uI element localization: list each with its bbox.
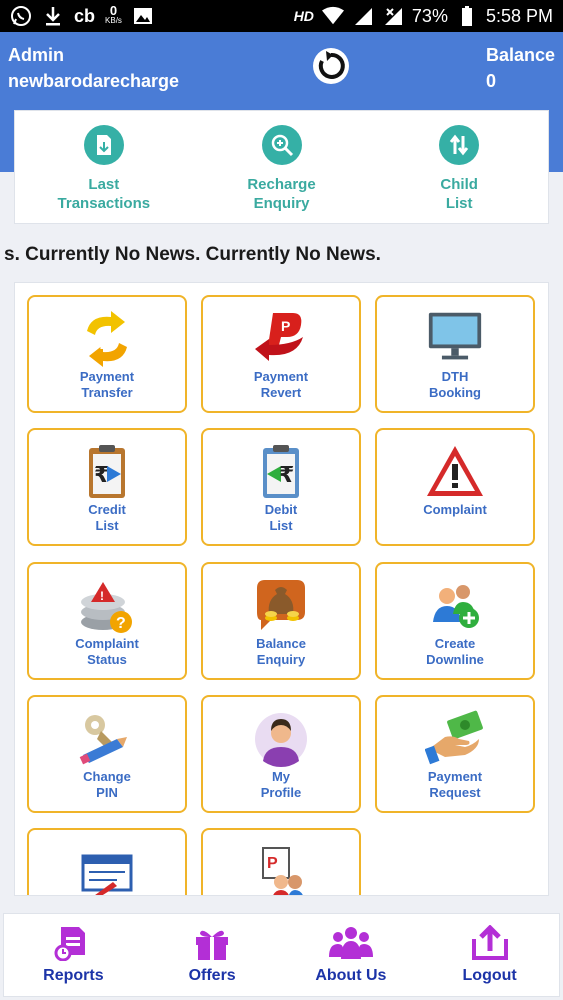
- carrier-text: cb: [74, 5, 96, 26]
- battery-percent: 73%: [411, 5, 448, 26]
- group-icon: [328, 927, 373, 959]
- status-bar: cb 0 KB/s HD 73% 5:58 PM: [0, 0, 563, 32]
- balance-enquiry-tile[interactable]: Balance Enquiry: [201, 562, 361, 680]
- dth-booking-tile[interactable]: DTH Booking: [375, 295, 535, 413]
- form-tile[interactable]: [27, 828, 187, 895]
- battery-icon: [456, 5, 478, 27]
- balance-label: Balance: [485, 45, 555, 65]
- clock: 5:58 PM: [485, 5, 553, 26]
- signal-icon: [352, 5, 374, 27]
- hand-money-icon: [425, 710, 483, 765]
- tile-label: My Profile: [260, 769, 302, 800]
- nav-label: About Us: [315, 967, 387, 984]
- nav-label: Reports: [43, 967, 104, 984]
- tile-label: DTH Booking: [429, 369, 481, 400]
- quick-link-label: Child List: [440, 176, 478, 212]
- tile-label: Complaint: [423, 502, 487, 517]
- tile-label: Change PIN: [83, 769, 131, 800]
- key-pencil-icon: [79, 715, 127, 765]
- wifi-icon: [321, 5, 344, 27]
- nav-label: Offers: [188, 967, 236, 984]
- logout-icon: [471, 925, 508, 960]
- image-icon: [132, 5, 154, 27]
- username: newbarodarecharge: [8, 71, 180, 91]
- payment-transfer-icon: P: [87, 311, 127, 367]
- quick-link-label: Recharge Enquiry: [247, 176, 316, 212]
- payment-revert-icon: P: [255, 313, 303, 361]
- credit-list-tile[interactable]: ₹ Credit List: [27, 428, 187, 546]
- search-plus-icon: [261, 125, 302, 165]
- signal-no-data-icon: [382, 5, 404, 27]
- tile-label: Complaint Status: [75, 636, 139, 667]
- recharge-enquiry-link[interactable]: Recharge Enquiry: [193, 111, 371, 223]
- tile-label: Payment Revert: [253, 369, 309, 400]
- last-transactions-link[interactable]: Last Transactions: [15, 111, 193, 223]
- svg-text:?: ?: [116, 615, 126, 632]
- balance-value: 0: [485, 71, 496, 91]
- download-icon: [42, 5, 64, 27]
- create-downline-tile[interactable]: Create Downline: [375, 562, 535, 680]
- tile-label: Payment Request: [427, 769, 483, 800]
- complaint-tile[interactable]: Complaint: [375, 428, 535, 546]
- debit-clipboard-icon: ₹: [263, 445, 299, 498]
- payment-revert-tile[interactable]: P Payment Revert: [201, 295, 361, 413]
- refresh-icon: [318, 51, 345, 79]
- svg-text:!: !: [100, 589, 104, 603]
- nav-offers[interactable]: Offers: [143, 914, 282, 996]
- tile-label: Payment Transfer: [79, 369, 135, 400]
- nav-logout[interactable]: Logout: [420, 914, 559, 996]
- user-info: Admin newbarodarecharge: [8, 42, 179, 94]
- up-down-arrows-icon: [439, 125, 480, 165]
- svg-text:P: P: [267, 855, 278, 872]
- user-role: Admin: [8, 45, 64, 65]
- tile-label: Balance Enquiry: [256, 636, 306, 667]
- my-profile-tile[interactable]: My Profile: [201, 695, 361, 813]
- bottom-nav: Reports Offers About Us Logout: [3, 913, 560, 997]
- add-users-icon: [433, 585, 479, 628]
- data-speed: 0 KB/s: [105, 3, 122, 25]
- complaint-status-tile[interactable]: ! ? Complaint Status: [27, 562, 187, 680]
- tile-label: Debit List: [264, 502, 298, 533]
- change-pin-tile[interactable]: Change PIN: [27, 695, 187, 813]
- person-avatar-icon: [255, 713, 307, 767]
- news-ticker: s. Currently No News. Currently No News.: [4, 244, 381, 265]
- refresh-button[interactable]: [313, 48, 349, 84]
- svg-text:P: P: [281, 318, 290, 334]
- tile-label: Create Downline: [426, 636, 484, 667]
- hd-label: HD: [293, 8, 314, 24]
- warning-icon: [427, 446, 483, 496]
- users-report-tile[interactable]: P: [201, 828, 361, 895]
- monitor-icon: [428, 312, 482, 360]
- debit-list-tile[interactable]: ₹ Debit List: [201, 428, 361, 546]
- services-panel: P Payment Transfer P Payment Revert DTH …: [14, 282, 549, 896]
- complaint-status-icon: ! ?: [81, 582, 132, 633]
- payment-transfer-tile[interactable]: P Payment Transfer: [27, 295, 187, 413]
- quick-links-card: Last Transactions Recharge Enquiry Child…: [14, 110, 549, 224]
- tile-label: Credit List: [88, 502, 126, 533]
- money-bag-icon: [257, 580, 305, 630]
- quick-link-label: Last Transactions: [57, 176, 151, 212]
- credit-clipboard-icon: ₹: [89, 445, 125, 498]
- document-download-icon: [83, 125, 124, 165]
- reports-icon: [54, 927, 86, 961]
- nav-reports[interactable]: Reports: [4, 914, 143, 996]
- nav-label: Logout: [462, 967, 517, 984]
- payment-request-tile[interactable]: Payment Request: [375, 695, 535, 813]
- svg-text:₹: ₹: [279, 463, 294, 488]
- balance-info: Balance 0: [486, 42, 555, 94]
- nav-about-us[interactable]: About Us: [282, 914, 421, 996]
- svg-text:P: P: [99, 329, 114, 354]
- child-list-link[interactable]: Child List: [370, 111, 548, 223]
- form-pen-icon: [81, 854, 133, 895]
- users-report-icon: P: [262, 847, 303, 895]
- gift-icon: [196, 930, 229, 960]
- whatsapp-icon: [10, 5, 32, 27]
